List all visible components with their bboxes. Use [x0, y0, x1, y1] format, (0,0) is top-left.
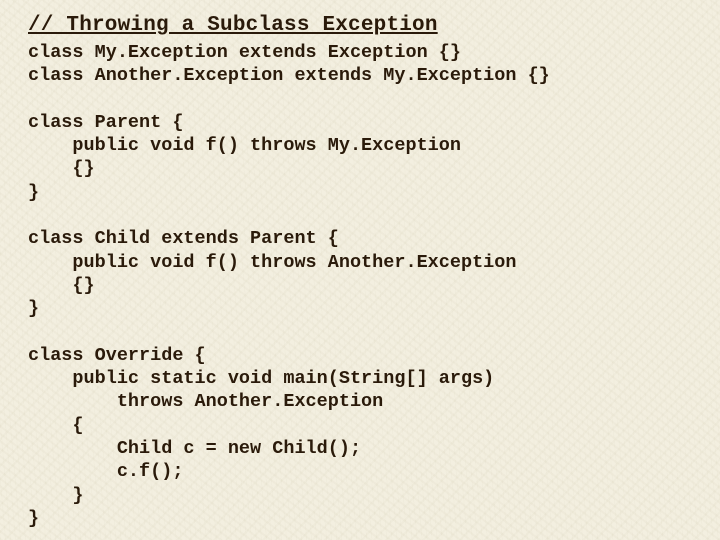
code-block: class My.Exception extends Exception {} … [28, 41, 692, 530]
slide-title: // Throwing a Subclass Exception [28, 14, 692, 37]
